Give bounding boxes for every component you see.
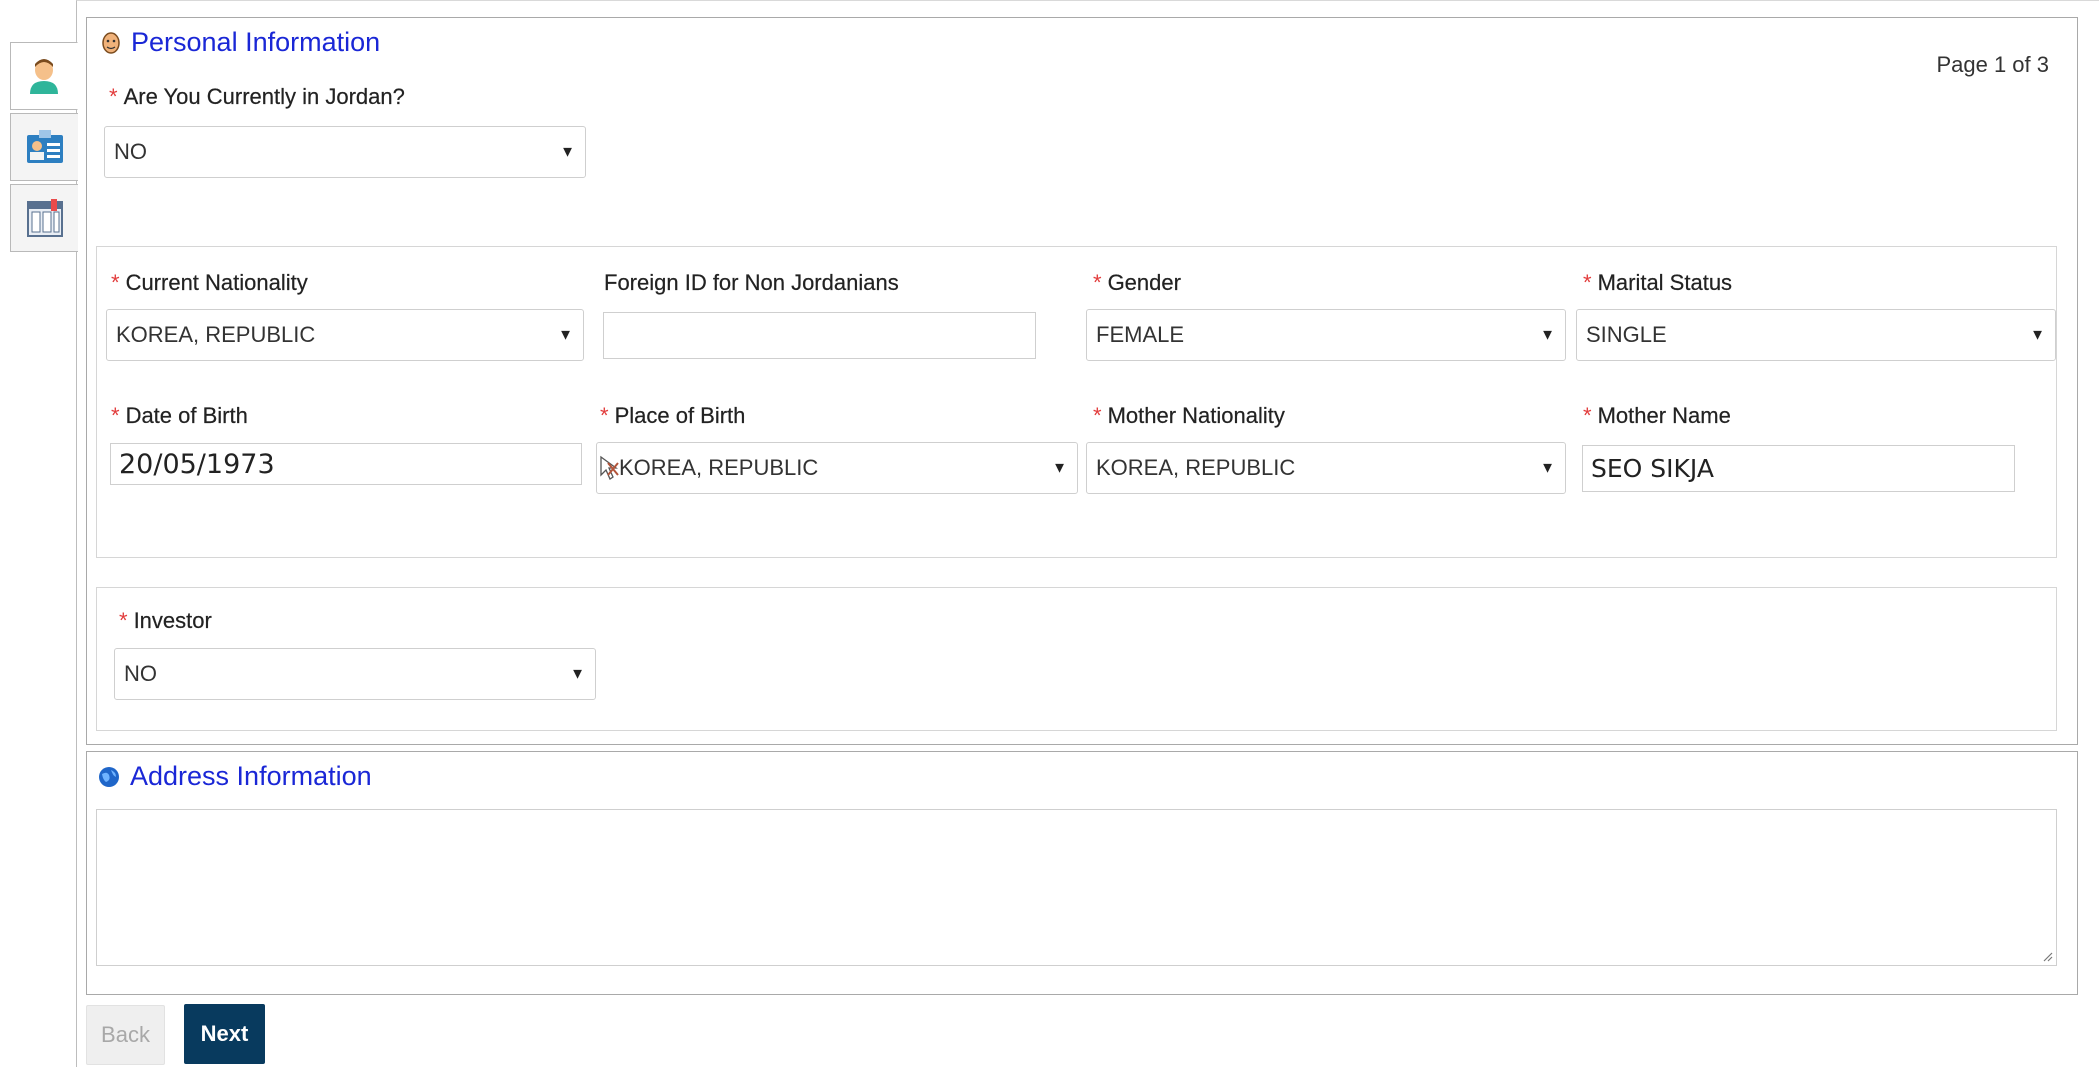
investor-label: * Investor [119, 608, 212, 633]
current-nationality-label: * Current Nationality [111, 270, 308, 295]
investor-select[interactable]: NO ▼ [114, 648, 596, 700]
marital-status-label: * Marital Status [1583, 270, 1733, 295]
chevron-down-icon: ▼ [1052, 459, 1067, 477]
mother-name-input[interactable]: SEO SIKJA [1582, 445, 2015, 492]
investor-box: * Investor NO ▼ [96, 587, 2057, 731]
person-icon [30, 59, 58, 94]
chevron-down-icon: ▼ [2030, 326, 2045, 344]
cursor-icon [600, 455, 619, 480]
side-tab-id-card[interactable] [10, 113, 78, 181]
side-tab-calendar[interactable] [10, 184, 78, 252]
back-button[interactable]: Back [86, 1005, 165, 1065]
address-information-panel: Address Information [86, 751, 2078, 995]
gender-label: * Gender [1093, 270, 1181, 295]
in-jordan-select[interactable]: NO ▼ [104, 126, 586, 178]
face-icon [102, 31, 120, 54]
foreign-id-label: Foreign ID for Non Jordanians [604, 270, 899, 295]
in-jordan-label: * Are You Currently in Jordan? [109, 84, 405, 109]
address-information-header: Address Information [98, 761, 372, 792]
calendar-icon [26, 199, 63, 237]
foreign-id-input[interactable] [603, 312, 1036, 359]
place-of-birth-select[interactable]: KOREA, REPUBLIC ▼ [596, 442, 1078, 494]
personal-information-header: Personal Information [101, 27, 380, 58]
id-card-icon [26, 130, 63, 163]
chevron-down-icon: ▼ [570, 665, 585, 683]
date-of-birth-input[interactable]: 20/05/1973 [110, 443, 582, 485]
gender-select[interactable]: FEMALE ▼ [1086, 309, 1566, 361]
chevron-down-icon: ▼ [1540, 326, 1555, 344]
resize-grip-icon[interactable] [2041, 950, 2053, 962]
required-marker: * [109, 84, 118, 109]
side-tabs [10, 42, 78, 255]
page-indicator: Page 1 of 3 [1936, 52, 2049, 77]
identity-details-box: * Current Nationality KOREA, REPUBLIC ▼ F… [96, 246, 2057, 558]
current-nationality-select[interactable]: KOREA, REPUBLIC ▼ [106, 309, 584, 361]
chevron-down-icon: ▼ [560, 143, 575, 161]
globe-icon [99, 766, 119, 787]
place-of-birth-label: * Place of Birth [600, 403, 746, 428]
side-tab-personal[interactable] [10, 42, 78, 110]
personal-information-title: Personal Information [131, 27, 381, 57]
chevron-down-icon: ▼ [1540, 459, 1555, 477]
mother-name-label: * Mother Name [1583, 403, 1731, 428]
mother-nationality-select[interactable]: KOREA, REPUBLIC ▼ [1086, 442, 1566, 494]
next-button[interactable]: Next [184, 1004, 265, 1064]
mother-nationality-label: * Mother Nationality [1093, 403, 1285, 428]
address-textarea[interactable] [96, 809, 2057, 966]
date-of-birth-label: * Date of Birth [111, 403, 248, 428]
marital-status-select[interactable]: SINGLE ▼ [1576, 309, 2056, 361]
personal-information-panel: Personal Information Page 1 of 3 * Are Yo… [86, 17, 2078, 745]
address-information-title: Address Information [130, 761, 372, 791]
chevron-down-icon: ▼ [558, 326, 573, 344]
